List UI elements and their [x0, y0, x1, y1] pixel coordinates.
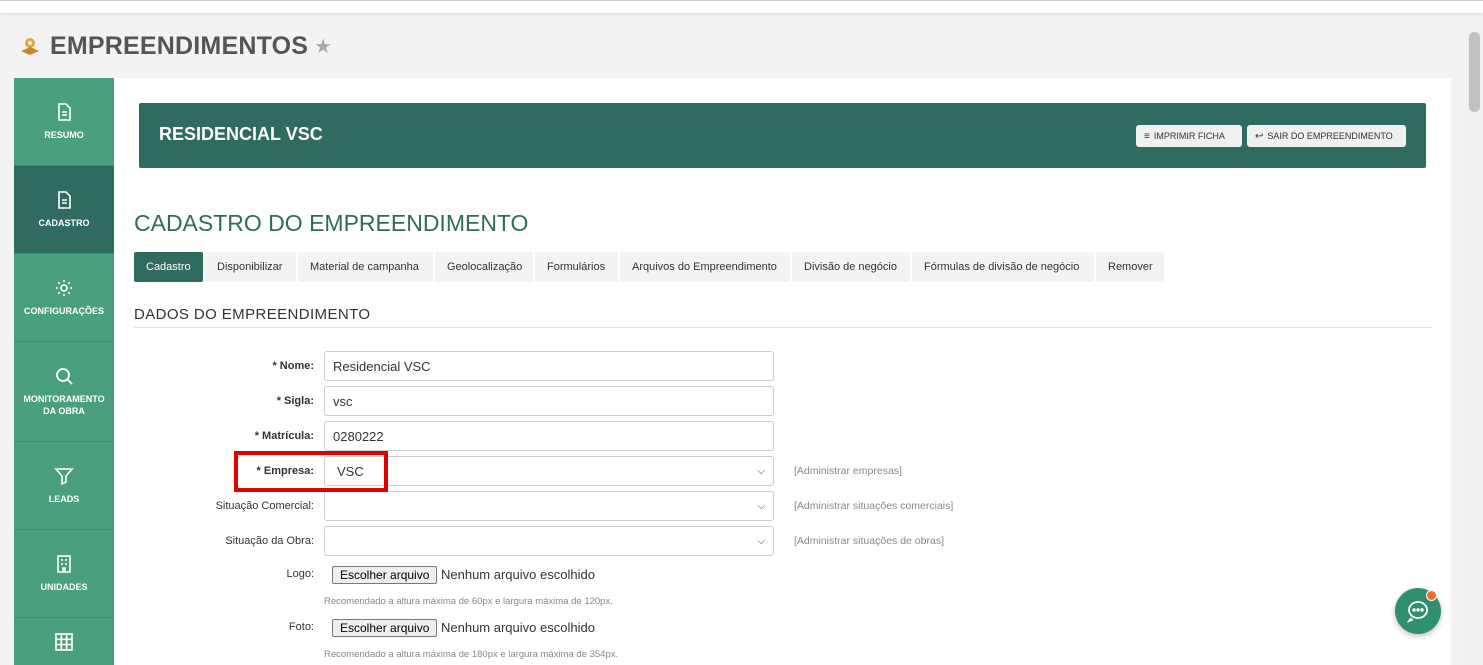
- main-content: RESIDENCIAL VSC ≡ IMPRIMIR FICHA ↩ SAIR …: [114, 78, 1451, 665]
- chat-bubble-icon: [1406, 601, 1428, 623]
- favorite-star-icon[interactable]: ★: [314, 34, 332, 59]
- building-logo-icon: [21, 38, 39, 55]
- tab-formularios[interactable]: Formulários: [535, 252, 618, 282]
- project-banner: RESIDENCIAL VSC ≡ IMPRIMIR FICHA ↩ SAIR …: [139, 103, 1426, 168]
- empresa-label: * Empresa:: [256, 465, 314, 477]
- empresa-row: * Empresa: VSC ⌵ [Administrar empresas]: [114, 456, 1451, 486]
- sidebar-item-unidades[interactable]: UNIDADES: [14, 530, 114, 618]
- list-icon: ≡: [1144, 130, 1150, 142]
- matricula-field[interactable]: 0280222: [324, 421, 774, 451]
- tab-arquivos[interactable]: Arquivos do Empreendimento: [620, 252, 790, 282]
- document-icon: [58, 191, 71, 209]
- sidebar-item-label: CONFIGURAÇÕES: [23, 306, 104, 316]
- foto-file-status: Nenhum arquivo escolhido: [441, 620, 595, 635]
- chevron-down-icon: ⌵: [757, 500, 765, 512]
- exit-project-button[interactable]: ↩ SAIR DO EMPREENDIMENTO: [1247, 125, 1406, 147]
- project-title: RESIDENCIAL VSC: [159, 124, 323, 144]
- chevron-down-icon: ⌵: [757, 535, 765, 547]
- tab-cadastro[interactable]: Cadastro: [134, 252, 203, 282]
- page-title: EMPREENDIMENTOS: [50, 31, 309, 60]
- empresa-selected-value: VSC: [337, 463, 364, 479]
- logo-label: Logo:: [286, 568, 314, 580]
- foto-label: Foto:: [288, 621, 314, 633]
- empresa-select[interactable]: VSC ⌵: [324, 456, 774, 486]
- chat-button[interactable]: [1395, 588, 1441, 634]
- logo-file-button[interactable]: Escolher arquivo: [332, 566, 438, 584]
- sidebar-item-monitoramento[interactable]: MONITORAMENTO DA OBRA: [14, 342, 114, 442]
- print-button[interactable]: ≡ IMPRIMIR FICHA: [1136, 125, 1242, 147]
- situacao-comercial-select[interactable]: ⌵: [324, 491, 774, 521]
- sidebar-item-label: UNIDADES: [40, 582, 88, 592]
- sidebar-item-label: LEADS: [48, 494, 80, 504]
- situacao-obra-label: Situação da Obra:: [225, 535, 314, 547]
- search-icon: [56, 368, 73, 385]
- sigla-field[interactable]: vsc: [324, 386, 774, 416]
- admin-empresas-link[interactable]: [Administrar empresas]: [794, 465, 902, 477]
- sigla-label: * Sigla:: [276, 395, 314, 407]
- building-icon: [57, 555, 71, 573]
- foto-hint: Recomendado a altura máxima de 180px e l…: [324, 649, 619, 660]
- notification-dot: [1426, 590, 1437, 601]
- section-divider: [134, 327, 1432, 328]
- document-icon: [58, 103, 71, 121]
- grid-icon: [55, 633, 73, 651]
- situacao-obra-select[interactable]: ⌵: [324, 526, 774, 556]
- foto-file-button[interactable]: Escolher arquivo: [332, 619, 438, 637]
- tab-formulas-divisao[interactable]: Fórmulas de divisão de negócio: [912, 252, 1094, 282]
- matricula-row: * Matrícula: 0280222: [114, 421, 1451, 451]
- situacao-obra-row: Situação da Obra: ⌵ [Administrar situaçõ…: [114, 526, 1451, 556]
- nome-field[interactable]: Residencial VSC: [324, 351, 774, 381]
- chevron-down-icon: ⌵: [757, 465, 765, 477]
- sidebar-item-grid[interactable]: [14, 618, 114, 665]
- sidebar-item-leads[interactable]: LEADS: [14, 442, 114, 530]
- nome-label: * Nome:: [272, 360, 314, 372]
- logo-hint: Recomendado a altura máxima de 60px e la…: [324, 596, 613, 607]
- filter-icon: [54, 468, 74, 486]
- tab-geolocalizacao[interactable]: Geolocalização: [435, 252, 533, 282]
- browser-top-bar: [0, 0, 1483, 13]
- sidebar-item-cadastro[interactable]: CADASTRO: [14, 166, 114, 254]
- tab-remover[interactable]: Remover: [1096, 252, 1164, 282]
- page-header: EMPREENDIMENTOS ★: [18, 30, 332, 62]
- tab-material-campanha[interactable]: Material de campanha: [298, 252, 433, 282]
- nome-row: * Nome: Residencial VSC: [114, 351, 1451, 381]
- tab-disponibilizar[interactable]: Disponibilizar: [205, 252, 296, 282]
- sidebar-item-configuracoes[interactable]: CONFIGURAÇÕES: [14, 254, 114, 342]
- logo-row: Logo: Escolher arquivo Nenhum arquivo es…: [114, 566, 1451, 586]
- admin-situacoes-comerciais-link[interactable]: [Administrar situações comerciais]: [794, 500, 953, 512]
- tab-bar: Cadastro Disponibilizar Material de camp…: [134, 252, 1166, 282]
- foto-row: Foto: Escolher arquivo Nenhum arquivo es…: [114, 619, 1451, 639]
- sidebar-item-label: RESUMO: [44, 130, 84, 140]
- situacao-comercial-row: Situação Comercial: ⌵ [Administrar situa…: [114, 491, 1451, 521]
- admin-situacoes-obras-link[interactable]: [Administrar situações de obras]: [794, 535, 944, 547]
- gear-icon: [56, 280, 72, 296]
- tab-divisao-negocio[interactable]: Divisão de negócio: [792, 252, 910, 282]
- sidebar: RESUMO CADASTRO CONFIGURAÇÕES MONITORAME…: [14, 78, 114, 665]
- sidebar-item-label: CADASTRO: [38, 218, 90, 228]
- form-section-title: DADOS DO EMPREENDIMENTO: [134, 306, 371, 323]
- matricula-label: * Matrícula:: [254, 430, 314, 442]
- scrollbar-thumb[interactable]: [1469, 32, 1480, 112]
- situacao-comercial-label: Situação Comercial:: [215, 500, 314, 512]
- logo-file-status: Nenhum arquivo escolhido: [441, 567, 595, 582]
- section-title: CADASTRO DO EMPREENDIMENTO: [134, 210, 529, 236]
- print-button-label: IMPRIMIR FICHA: [1153, 131, 1225, 141]
- exit-button-label: SAIR DO EMPREENDIMENTO: [1267, 131, 1393, 141]
- page-scrollbar[interactable]: [1466, 32, 1483, 665]
- sidebar-item-resumo[interactable]: RESUMO: [14, 78, 114, 166]
- reply-icon: ↩: [1255, 130, 1264, 142]
- sigla-row: * Sigla: vsc: [114, 386, 1451, 416]
- sidebar-item-label: MONITORAMENTO DA OBRA: [23, 394, 105, 416]
